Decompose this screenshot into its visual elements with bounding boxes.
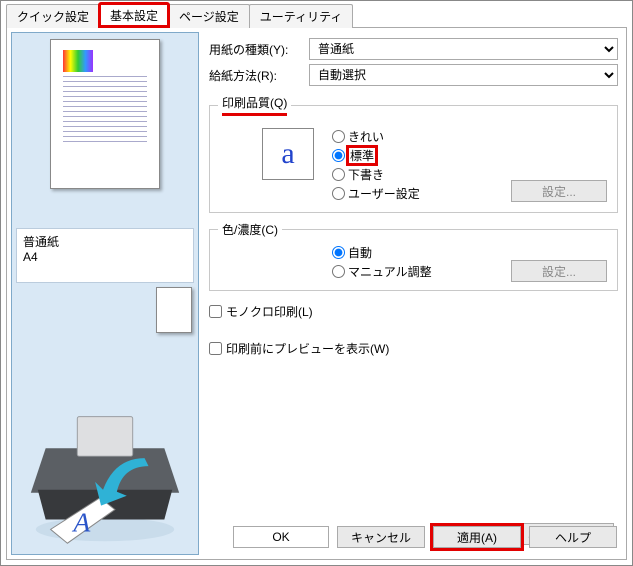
tab-utility[interactable]: ユーティリティ	[249, 4, 354, 28]
color-legend: 色/濃度(C)	[218, 221, 282, 238]
cancel-button[interactable]: キャンセル	[337, 526, 425, 548]
quality-custom-label: ユーザー設定	[348, 185, 420, 202]
paper-source-label: 給紙方法(R):	[209, 67, 309, 84]
media-type-select[interactable]: 普通紙	[309, 38, 618, 60]
quality-high-radio[interactable]: きれい	[332, 128, 420, 145]
preview-info: 普通紙 A4	[16, 228, 194, 283]
printer-icon: A	[16, 398, 194, 548]
preview-panel: 普通紙 A4 A	[11, 32, 199, 555]
quality-high-label: きれい	[348, 128, 384, 145]
grayscale-label: モノクロ印刷(L)	[226, 303, 313, 320]
grayscale-checkbox[interactable]	[209, 305, 222, 318]
quality-group: 印刷品質(Q) a きれい 標準 下書き ユー	[209, 94, 618, 213]
quality-standard-radio[interactable]: 標準	[332, 147, 420, 164]
svg-text:A: A	[71, 506, 90, 537]
tab-quick[interactable]: クイック設定	[6, 4, 100, 28]
color-group: 色/濃度(C) 自動 マニュアル調整 設定...	[209, 221, 618, 291]
quality-draft-label: 下書き	[348, 166, 384, 183]
quality-legend: 印刷品質(Q)	[222, 94, 287, 116]
preview-before-checkbox[interactable]	[209, 342, 222, 355]
info-media: 普通紙	[23, 233, 187, 250]
paper-source-select[interactable]: 自動選択	[309, 64, 618, 86]
preview-before-label: 印刷前にプレビューを表示(W)	[226, 340, 389, 357]
color-swatch-icon	[63, 50, 93, 72]
color-manual-radio[interactable]: マニュアル調整	[332, 263, 432, 280]
media-type-label: 用紙の種類(Y):	[209, 41, 309, 58]
quality-draft-radio[interactable]: 下書き	[332, 166, 420, 183]
help-button[interactable]: ヘルプ	[529, 526, 617, 548]
quality-settings-button[interactable]: 設定...	[511, 180, 607, 202]
mini-page-icon	[156, 287, 192, 333]
tab-basic[interactable]: 基本設定	[99, 3, 169, 27]
quality-custom-radio[interactable]: ユーザー設定	[332, 185, 420, 202]
info-size: A4	[23, 250, 187, 264]
color-auto-radio[interactable]: 自動	[332, 244, 432, 261]
tab-bar: クイック設定 基本設定 ページ設定 ユーティリティ	[6, 6, 627, 28]
tab-page[interactable]: ページ設定	[168, 4, 250, 28]
color-auto-label: 自動	[348, 244, 372, 261]
color-manual-label: マニュアル調整	[348, 263, 432, 280]
quality-standard-label: 標準	[348, 147, 376, 164]
page-preview	[50, 39, 160, 189]
apply-button[interactable]: 適用(A)	[433, 526, 521, 548]
dialog-footer: OK キャンセル 適用(A) ヘルプ	[233, 526, 617, 548]
color-settings-button[interactable]: 設定...	[511, 260, 607, 282]
quality-preview-icon: a	[262, 128, 314, 180]
ok-button[interactable]: OK	[233, 526, 329, 548]
